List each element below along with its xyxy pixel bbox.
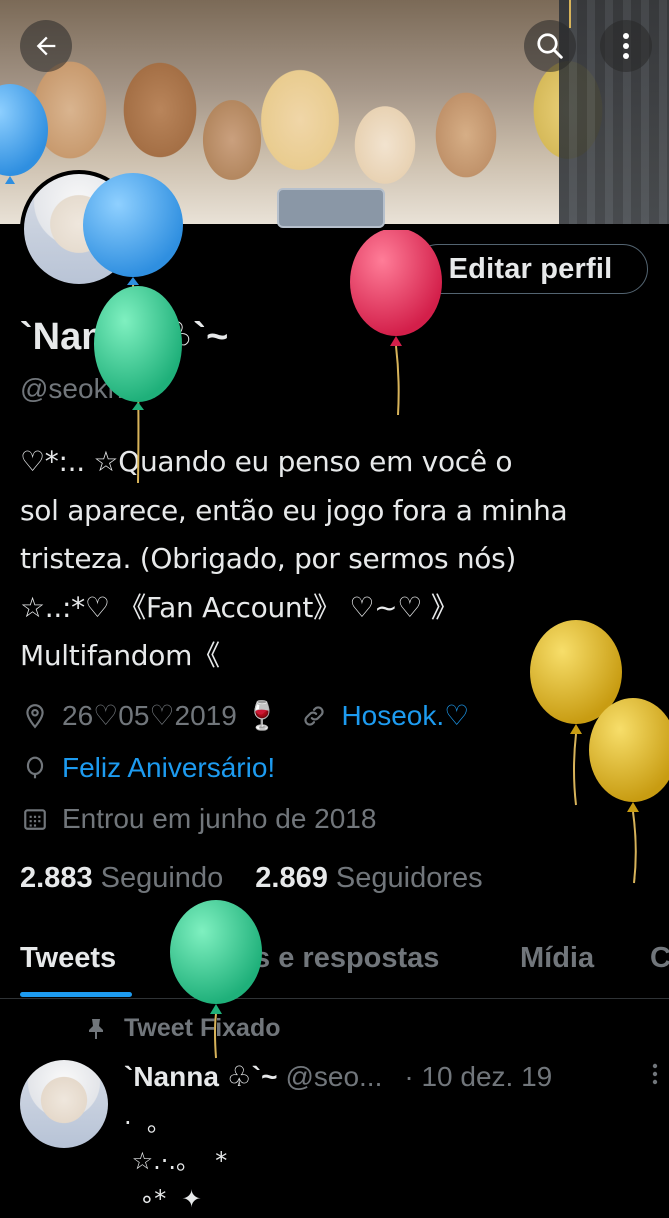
tab-more[interactable]: C	[650, 942, 669, 975]
tweet-header: `Nanna ♧`~ @seo... · 10 dez. 19	[124, 1060, 659, 1093]
profile-location-row: 26♡05♡2019 🍷 Hoseok.♡	[20, 699, 469, 732]
tab-tweets[interactable]: Tweets	[20, 942, 116, 975]
followers-link[interactable]: 2.869 Seguidores	[255, 862, 482, 894]
search-icon	[537, 33, 563, 59]
tweet-avatar[interactable]	[20, 1060, 108, 1148]
following-link[interactable]: 2.883 Seguindo	[20, 862, 223, 894]
tweet-author-name[interactable]: `Nanna ♧`~	[124, 1060, 277, 1093]
balloon-blue-1	[0, 84, 48, 184]
balloon-green-2	[170, 900, 262, 1059]
profile-website-link[interactable]: Hoseok.♡	[341, 699, 469, 732]
balloon-yellow-2	[589, 698, 669, 884]
following-count: 2.883	[20, 862, 93, 894]
profile-joined: Entrou em junho de 2018	[62, 803, 377, 834]
tab-media[interactable]: Mídia	[520, 942, 594, 975]
followers-label: Seguidores	[335, 862, 483, 894]
profile-joined-row: Entrou em junho de 2018	[20, 803, 376, 835]
balloon-green-1	[94, 286, 182, 410]
profile-birthday[interactable]: Feliz Aniversário!	[62, 752, 275, 784]
calendar-icon	[20, 804, 50, 834]
tweet-more-icon[interactable]	[651, 1061, 659, 1093]
tweet-date[interactable]: · 10 dez. 19	[404, 1061, 552, 1093]
banner-phone	[277, 188, 385, 228]
pin-icon	[89, 1018, 103, 1039]
profile-tabs: Tweets Tweets e respostas Mídia C	[0, 932, 669, 999]
profile-stats: 2.883 Seguindo 2.869 Seguidores	[20, 862, 483, 895]
arrow-left-icon	[36, 36, 56, 56]
location-pin-icon	[20, 701, 50, 731]
tweet-author-handle[interactable]: @seo...	[285, 1061, 382, 1093]
back-button[interactable]	[20, 20, 72, 72]
balloon-icon	[20, 753, 50, 783]
following-label: Seguindo	[100, 862, 224, 894]
edit-profile-button[interactable]: Editar perfil	[413, 244, 648, 294]
profile-birthday-row: Feliz Aniversário!	[20, 752, 275, 784]
link-icon	[299, 701, 329, 731]
balloon-red	[350, 230, 442, 416]
more-button[interactable]	[600, 20, 652, 72]
more-vertical-icon	[623, 33, 629, 59]
balloon-string-top	[569, 0, 571, 28]
followers-count: 2.869	[255, 862, 328, 894]
profile-location: 26♡05♡2019 🍷	[62, 700, 280, 731]
tweet-text: · 。 ☆.·.。 * ∘* ✦	[124, 1109, 228, 1213]
tab-active-indicator	[20, 992, 132, 997]
